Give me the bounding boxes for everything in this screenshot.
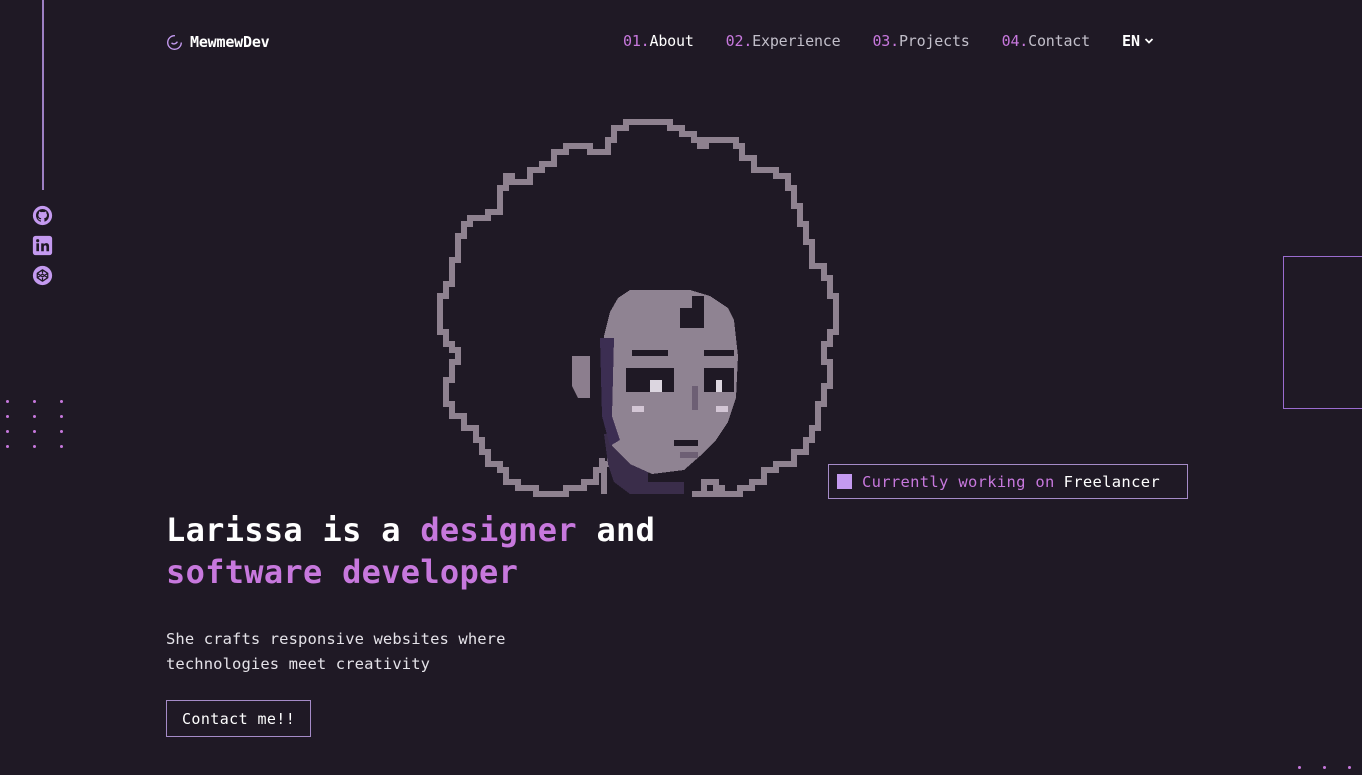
subtitle-line: She crafts responsive websites where bbox=[166, 630, 506, 648]
logo-text: MewmewDev bbox=[190, 33, 270, 51]
nav-number: 02. bbox=[725, 32, 753, 50]
site-logo[interactable]: MewmewDev bbox=[166, 33, 270, 51]
nav-number: 01. bbox=[623, 32, 650, 50]
logo-icon bbox=[167, 34, 182, 50]
avatar-illustration bbox=[437, 119, 839, 497]
nav-link-about[interactable]: 01.About bbox=[623, 32, 694, 50]
social-rail-line bbox=[42, 0, 44, 190]
nav-label: About bbox=[649, 32, 694, 50]
status-value: Freelancer bbox=[1063, 472, 1160, 491]
main-nav: 01.About 02.Experience 03.Projects 04.Co… bbox=[623, 32, 1154, 50]
hero-headline: Larissa is a designer and software devel… bbox=[166, 509, 655, 593]
nav-label: Contact bbox=[1028, 32, 1090, 50]
nav-label: Projects bbox=[898, 32, 970, 50]
decorative-dots-right bbox=[1298, 766, 1351, 769]
social-links bbox=[32, 205, 53, 286]
current-work-status: Currently working on Freelancer bbox=[828, 464, 1188, 499]
headline-accent-role: software developer bbox=[166, 553, 519, 591]
nav-label: Experience bbox=[752, 32, 841, 50]
decorative-frame bbox=[1283, 256, 1362, 409]
codepen-icon[interactable] bbox=[32, 265, 53, 286]
headline-accent-designer: designer bbox=[420, 511, 577, 549]
nav-link-contact[interactable]: 04.Contact bbox=[1001, 32, 1091, 50]
contact-me-button[interactable]: Contact me!! bbox=[166, 700, 312, 737]
nav-link-projects[interactable]: 03.Projects bbox=[872, 32, 969, 50]
chevron-down-icon bbox=[1144, 38, 1154, 44]
nav-number: 03. bbox=[872, 32, 899, 50]
headline-text-and: and bbox=[576, 511, 656, 549]
github-icon[interactable] bbox=[32, 205, 53, 226]
subtitle-line: technologies meet creativity bbox=[166, 655, 431, 673]
decorative-dots-left bbox=[6, 400, 63, 448]
language-label: EN bbox=[1121, 32, 1141, 50]
status-square-icon bbox=[837, 474, 852, 489]
hero-subtitle: She crafts responsive websites where tec… bbox=[166, 627, 546, 677]
headline-text: Larissa is a bbox=[166, 511, 421, 549]
status-label: Currently working on bbox=[862, 472, 1055, 491]
nav-number: 04. bbox=[1001, 32, 1029, 50]
language-selector[interactable]: EN bbox=[1122, 32, 1154, 50]
nav-link-experience[interactable]: 02.Experience bbox=[726, 32, 841, 50]
linkedin-icon[interactable] bbox=[32, 235, 53, 256]
